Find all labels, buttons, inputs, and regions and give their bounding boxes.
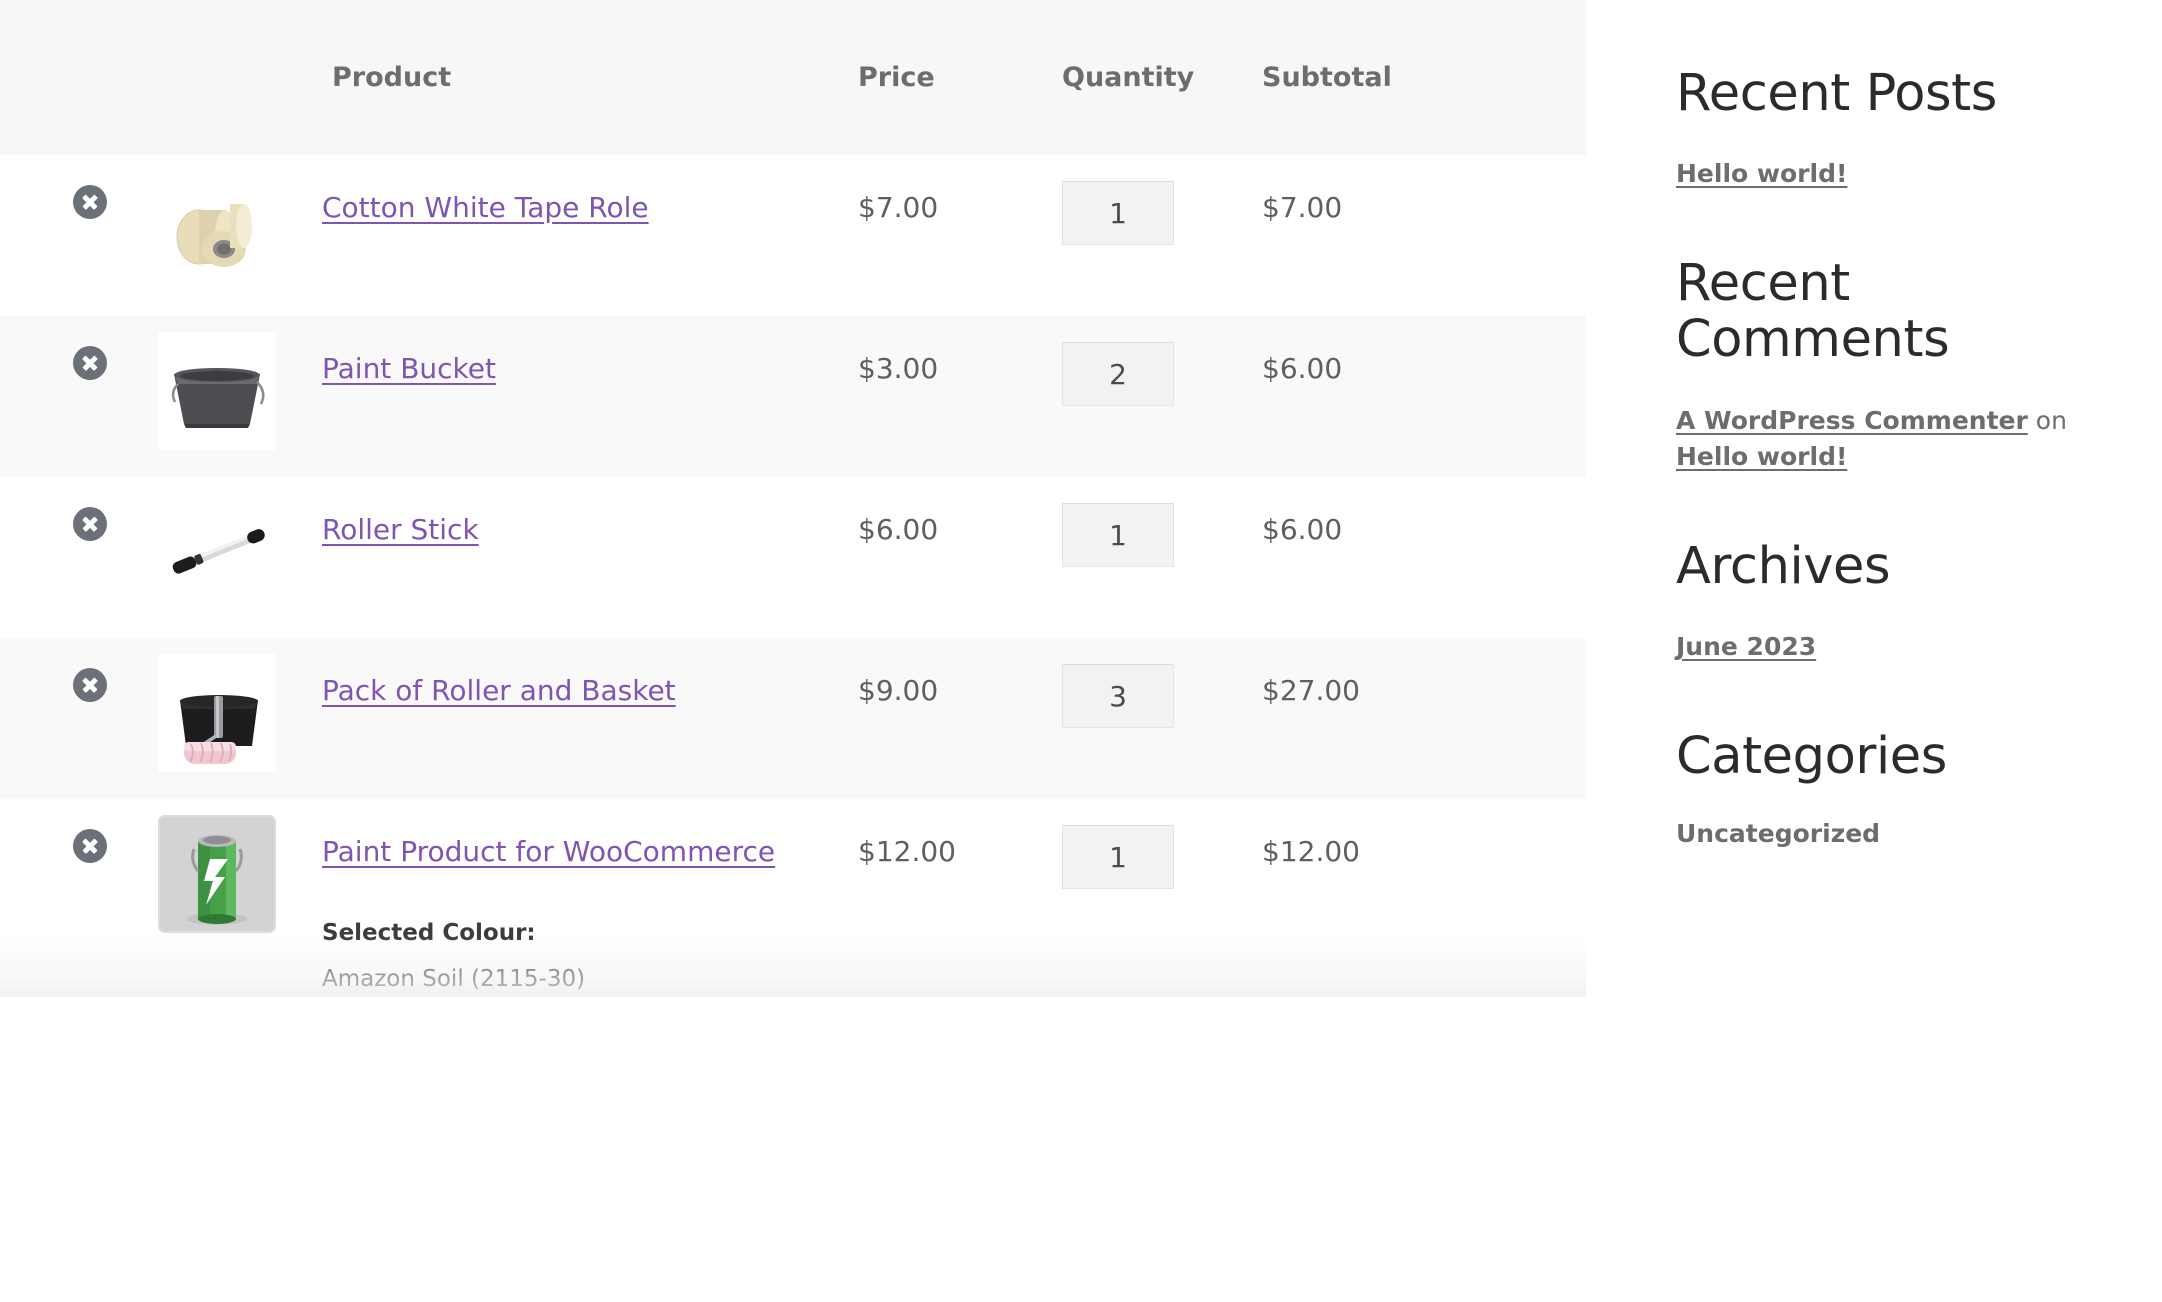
remove-item-icon[interactable] — [73, 668, 107, 702]
widget-title-recent-posts: Recent Posts — [1676, 66, 2122, 122]
product-subtotal: $6.00 — [1240, 316, 1586, 477]
product-price: $9.00 — [850, 638, 1040, 799]
product-thumbnail[interactable] — [158, 493, 276, 611]
archives-list: June 2023 — [1676, 629, 2122, 665]
column-header-quantity: Quantity — [1040, 0, 1240, 155]
column-header-remove — [0, 0, 158, 155]
product-thumbnail[interactable] — [158, 171, 276, 289]
product-thumbnail[interactable] — [158, 332, 276, 450]
category-link[interactable]: Uncategorized — [1676, 819, 1880, 848]
thumbnail-cell — [158, 316, 320, 477]
remove-item-icon[interactable] — [73, 185, 107, 219]
remove-cell — [0, 638, 158, 799]
comment-on-text: on — [2028, 406, 2067, 435]
widget-archives: Archives June 2023 — [1676, 539, 2122, 665]
comment-author-link[interactable]: A WordPress Commenter — [1676, 406, 2028, 435]
product-name-cell: Roller Stick — [320, 477, 850, 638]
categories-list: Uncategorized — [1676, 819, 2122, 848]
thumbnail-cell — [158, 477, 320, 638]
archive-month-link[interactable]: June 2023 — [1676, 632, 1816, 661]
comment-post-link[interactable]: Hello world! — [1676, 442, 1847, 471]
column-header-thumbnail — [158, 0, 320, 155]
quantity-cell: 3 — [1040, 638, 1240, 799]
widget-categories: Categories Uncategorized — [1676, 729, 2122, 848]
cart-header-row: Product Price Quantity Subtotal — [0, 0, 1586, 155]
quantity-input[interactable]: 1 — [1062, 825, 1174, 889]
thumbnail-cell — [158, 638, 320, 799]
cart-page: Product Price Quantity Subtotal — [0, 0, 2162, 1302]
quantity-input[interactable]: 1 — [1062, 181, 1174, 245]
extension-roller-pole-icon — [158, 493, 276, 611]
quantity-input[interactable]: 2 — [1062, 342, 1174, 406]
green-paint-can-icon — [158, 815, 276, 933]
black-paint-bucket-icon — [158, 332, 276, 450]
cart-row: Paint Bucket $3.00 2 $6.00 — [0, 316, 1586, 477]
widget-title-recent-comments: Recent Comments — [1676, 256, 2122, 368]
quantity-cell: 1 — [1040, 799, 1240, 997]
product-name-cell: Cotton White Tape Role — [320, 155, 850, 316]
remove-item-icon[interactable] — [73, 346, 107, 380]
column-header-subtotal: Subtotal — [1240, 0, 1586, 155]
product-link[interactable]: Cotton White Tape Role — [322, 191, 649, 224]
product-name-cell: Paint Product for WooCommerce Selected C… — [320, 799, 850, 997]
variation-label: Selected Colour: — [322, 916, 850, 952]
product-price: $6.00 — [850, 477, 1040, 638]
remove-cell — [0, 155, 158, 316]
widget-title-categories: Categories — [1676, 729, 2122, 785]
quantity-cell: 1 — [1040, 155, 1240, 316]
quantity-cell: 1 — [1040, 477, 1240, 638]
product-subtotal: $12.00 — [1240, 799, 1586, 997]
variation-value: Amazon Soil (2115-30) — [322, 962, 850, 998]
product-name-cell: Pack of Roller and Basket — [320, 638, 850, 799]
product-subtotal: $6.00 — [1240, 477, 1586, 638]
remove-cell — [0, 316, 158, 477]
product-link[interactable]: Paint Product for WooCommerce — [322, 835, 775, 868]
product-name-cell: Paint Bucket — [320, 316, 850, 477]
thumbnail-cell — [158, 799, 320, 997]
cart-row: Paint Product for WooCommerce Selected C… — [0, 799, 1586, 997]
recent-post-link[interactable]: Hello world! — [1676, 159, 1847, 188]
cart-table-region: Product Price Quantity Subtotal — [0, 0, 1586, 997]
remove-item-icon[interactable] — [73, 829, 107, 863]
quantity-input[interactable]: 1 — [1062, 503, 1174, 567]
product-link[interactable]: Roller Stick — [322, 513, 479, 546]
masking-tape-rolls-icon — [158, 171, 276, 289]
cart-table-body: Cotton White Tape Role $7.00 1 $7.00 — [0, 155, 1586, 997]
product-price: $3.00 — [850, 316, 1040, 477]
thumbnail-cell — [158, 155, 320, 316]
roller-and-basket-icon — [158, 654, 276, 772]
product-subtotal: $7.00 — [1240, 155, 1586, 316]
product-price: $12.00 — [850, 799, 1040, 997]
product-thumbnail[interactable] — [158, 654, 276, 772]
remove-cell — [0, 477, 158, 638]
recent-posts-list: Hello world! — [1676, 156, 2122, 192]
cart-row: Roller Stick $6.00 1 $6.00 — [0, 477, 1586, 638]
quantity-cell: 2 — [1040, 316, 1240, 477]
cart-table-head: Product Price Quantity Subtotal — [0, 0, 1586, 155]
remove-item-icon[interactable] — [73, 507, 107, 541]
column-header-price: Price — [850, 0, 1040, 155]
widget-recent-comments: Recent Comments A WordPress Commenter on… — [1676, 256, 2122, 475]
product-thumbnail[interactable] — [158, 815, 276, 933]
product-link[interactable]: Paint Bucket — [322, 352, 496, 385]
column-header-product: Product — [320, 0, 850, 155]
cart-row: Cotton White Tape Role $7.00 1 $7.00 — [0, 155, 1586, 316]
cart-row: Pack of Roller and Basket $9.00 3 $27.00 — [0, 638, 1586, 799]
product-subtotal: $27.00 — [1240, 638, 1586, 799]
widget-title-archives: Archives — [1676, 539, 2122, 595]
remove-cell — [0, 799, 158, 997]
product-variation: Selected Colour: Amazon Soil (2115-30) — [322, 916, 850, 997]
sidebar: Recent Posts Hello world! Recent Comment… — [1586, 0, 2162, 912]
shop-cart-table: Product Price Quantity Subtotal — [0, 0, 1586, 997]
product-price: $7.00 — [850, 155, 1040, 316]
widget-recent-posts: Recent Posts Hello world! — [1676, 66, 2122, 192]
recent-comments-list: A WordPress Commenter on Hello world! — [1676, 403, 2106, 476]
product-link[interactable]: Pack of Roller and Basket — [322, 674, 676, 707]
quantity-input[interactable]: 3 — [1062, 664, 1174, 728]
